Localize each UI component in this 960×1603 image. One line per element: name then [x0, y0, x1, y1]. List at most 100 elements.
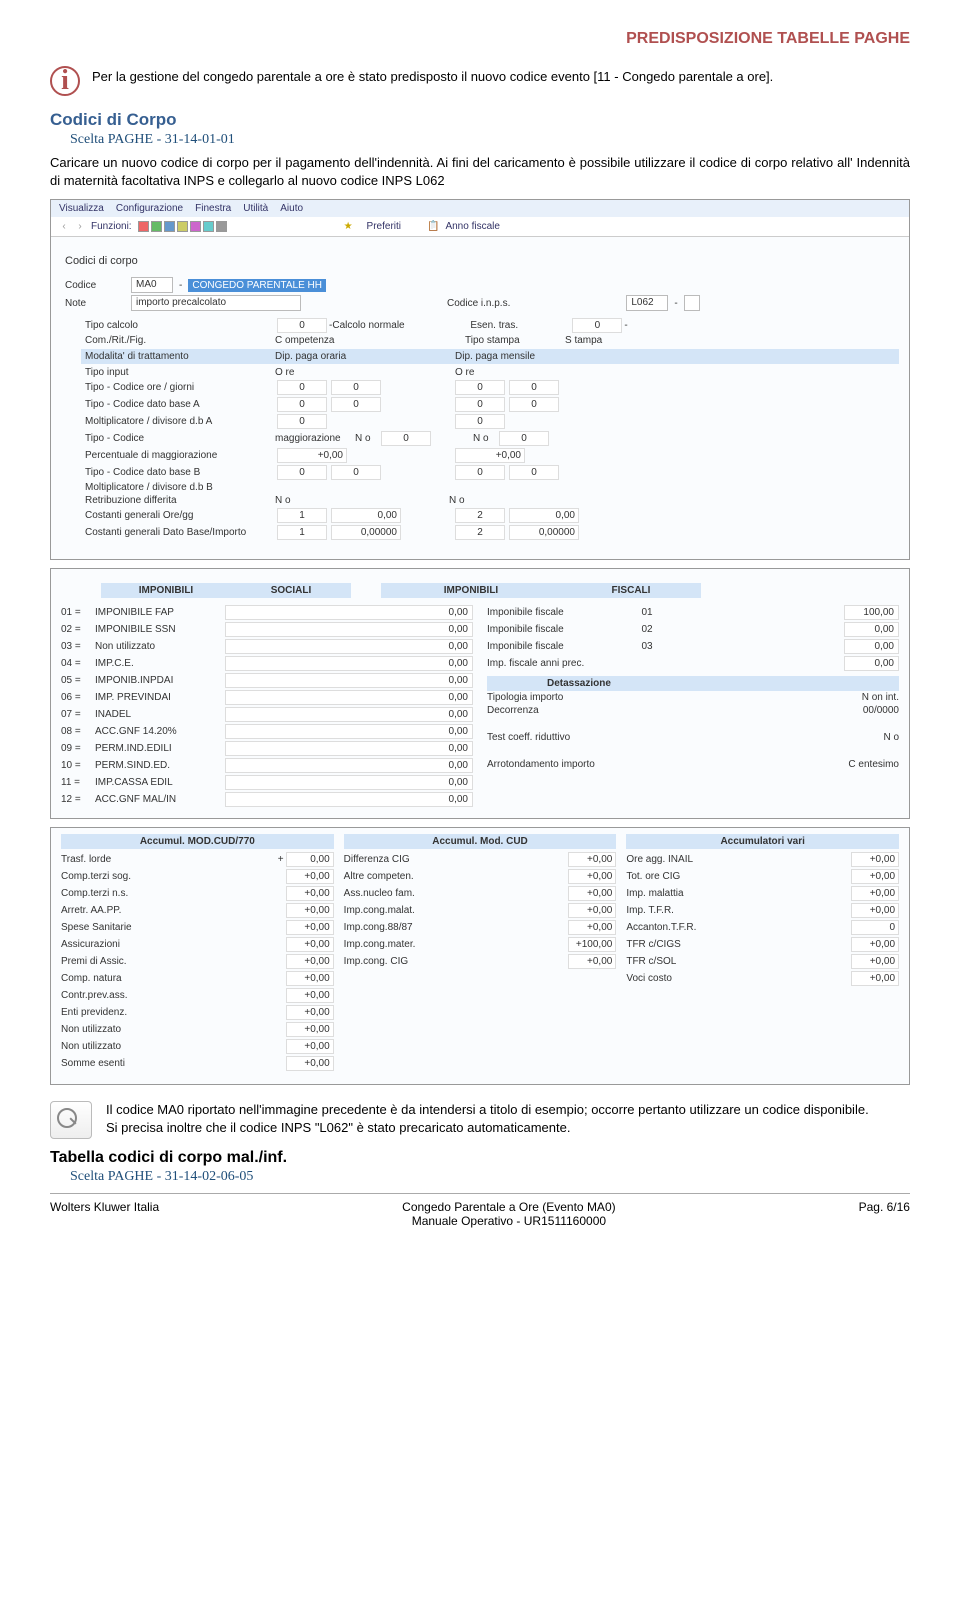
value[interactable]: N o: [473, 433, 497, 444]
row-value[interactable]: +0,00: [286, 1022, 334, 1037]
value-text[interactable]: S tampa: [565, 335, 685, 346]
value[interactable]: 0: [455, 414, 505, 429]
value[interactable]: +0,00: [455, 448, 525, 463]
value[interactable]: 0: [331, 465, 381, 480]
value[interactable]: 0: [331, 397, 381, 412]
value[interactable]: 0: [499, 431, 549, 446]
value[interactable]: 0: [455, 380, 505, 395]
row-value[interactable]: +0,00: [568, 920, 616, 935]
row-value[interactable]: +100,00: [568, 937, 616, 952]
value[interactable]: 0: [455, 397, 505, 412]
row-value[interactable]: 0,00: [225, 622, 473, 637]
input-codice[interactable]: MA0: [131, 277, 173, 293]
row-value[interactable]: +0,00: [286, 1039, 334, 1054]
row-value[interactable]: +0,00: [851, 954, 899, 969]
value[interactable]: N o: [275, 495, 299, 506]
toolbar-anno[interactable]: Anno fiscale: [445, 221, 499, 232]
menu-item[interactable]: Visualizza: [59, 203, 104, 214]
input-inps[interactable]: L062: [626, 295, 668, 311]
row-value[interactable]: +0,00: [286, 869, 334, 884]
row-value[interactable]: 0,00: [225, 605, 473, 620]
value[interactable]: C entesimo: [848, 759, 899, 770]
value[interactable]: 0: [509, 397, 559, 412]
row-value[interactable]: 0: [851, 920, 899, 935]
value[interactable]: N o: [883, 732, 899, 743]
row-value[interactable]: 0,00: [225, 639, 473, 654]
row-value[interactable]: +0,00: [851, 852, 899, 867]
menu-item[interactable]: Utilità: [243, 203, 268, 214]
row-label: IMP.C.E.: [95, 658, 225, 669]
value[interactable]: 0: [277, 318, 327, 333]
value[interactable]: 0,00: [331, 508, 401, 523]
value[interactable]: +0,00: [277, 448, 347, 463]
row-value[interactable]: 100,00: [844, 605, 899, 620]
row-value[interactable]: 0,00: [225, 775, 473, 790]
value[interactable]: 0: [572, 318, 622, 333]
menu-item[interactable]: Aiuto: [280, 203, 303, 214]
menu-item[interactable]: Finestra: [195, 203, 231, 214]
value[interactable]: 0: [381, 431, 431, 446]
row-key: 12 =: [61, 794, 95, 805]
row-value[interactable]: +0,00: [568, 886, 616, 901]
toolbar-preferiti[interactable]: Preferiti: [367, 221, 401, 232]
row-value[interactable]: +0,00: [568, 869, 616, 884]
input-codice-desc[interactable]: CONGEDO PARENTALE HH: [188, 279, 326, 292]
value[interactable]: O re: [275, 367, 395, 378]
value[interactable]: 0: [331, 380, 381, 395]
row-value[interactable]: 0,00: [225, 656, 473, 671]
row-value[interactable]: +0,00: [568, 954, 616, 969]
row-value[interactable]: +0,00: [286, 937, 334, 952]
value[interactable]: 0: [509, 380, 559, 395]
row-value[interactable]: +0,00: [286, 1005, 334, 1020]
value[interactable]: 0,00000: [331, 525, 401, 540]
row-value[interactable]: +0,00: [286, 988, 334, 1003]
row-value[interactable]: 0,00: [225, 792, 473, 807]
value[interactable]: 0: [455, 465, 505, 480]
row-value[interactable]: +0,00: [286, 971, 334, 986]
value[interactable]: 2: [455, 508, 505, 523]
row-value[interactable]: 0,00: [225, 724, 473, 739]
row-value[interactable]: +0,00: [286, 954, 334, 969]
row-value[interactable]: 0,00: [844, 639, 899, 654]
value[interactable]: 0,00: [509, 508, 579, 523]
menu-item[interactable]: Configurazione: [116, 203, 183, 214]
value[interactable]: 0: [277, 414, 327, 429]
value[interactable]: N on int.: [862, 692, 899, 703]
value[interactable]: 00/0000: [863, 705, 899, 716]
row-value[interactable]: +0,00: [568, 852, 616, 867]
value[interactable]: 0: [509, 465, 559, 480]
input-inps-suffix[interactable]: [684, 295, 700, 311]
row-value[interactable]: +0,00: [286, 1056, 334, 1071]
value[interactable]: 0: [277, 380, 327, 395]
value[interactable]: N o: [449, 495, 473, 506]
row-value[interactable]: 0,00: [225, 741, 473, 756]
value[interactable]: 0: [277, 397, 327, 412]
row-value[interactable]: 0,00: [225, 707, 473, 722]
row-value[interactable]: +0,00: [286, 886, 334, 901]
value[interactable]: 2: [455, 525, 505, 540]
row-value[interactable]: +0,00: [851, 937, 899, 952]
value[interactable]: 0: [277, 465, 327, 480]
row-value[interactable]: +0,00: [286, 903, 334, 918]
row-value[interactable]: +0,00: [286, 920, 334, 935]
row-value[interactable]: 0,00: [286, 852, 334, 867]
value[interactable]: O re: [455, 367, 575, 378]
value[interactable]: 1: [277, 525, 327, 540]
row-value[interactable]: 0,00: [225, 758, 473, 773]
row-value[interactable]: +0,00: [851, 869, 899, 884]
row-value[interactable]: 0,00: [844, 656, 899, 671]
input-note[interactable]: importo precalcolato: [131, 295, 301, 311]
row-value[interactable]: +0,00: [851, 903, 899, 918]
value[interactable]: N o: [355, 433, 379, 444]
label: Tipo input: [85, 367, 275, 378]
row-value[interactable]: +0,00: [851, 886, 899, 901]
row-value[interactable]: 0,00: [844, 622, 899, 637]
value-text[interactable]: C ompetenza: [275, 335, 395, 346]
row-value[interactable]: 0,00: [225, 690, 473, 705]
row-label: Contr.prev.ass.: [61, 990, 276, 1001]
value[interactable]: 1: [277, 508, 327, 523]
row-value[interactable]: 0,00: [225, 673, 473, 688]
row-value[interactable]: +0,00: [568, 903, 616, 918]
row-value[interactable]: +0,00: [851, 971, 899, 986]
value[interactable]: 0,00000: [509, 525, 579, 540]
